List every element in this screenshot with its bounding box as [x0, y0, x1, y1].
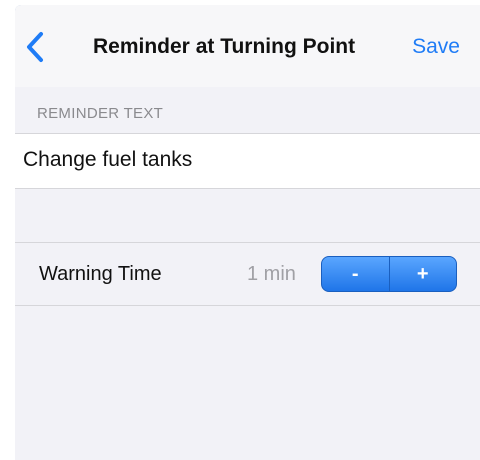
chevron-left-icon	[27, 32, 43, 62]
page-title: Reminder at Turning Point	[93, 35, 356, 58]
increment-button[interactable]: +	[390, 257, 457, 291]
screen: Reminder at Turning Point Save REMINDER …	[15, 5, 480, 460]
reminder-text-header: REMINDER TEXT	[37, 105, 164, 122]
reminder-text-input[interactable]	[23, 148, 463, 172]
warning-time-stepper: - +	[321, 256, 457, 292]
decrement-button[interactable]: -	[322, 257, 389, 291]
navigation-bar: Reminder at Turning Point Save	[15, 5, 480, 87]
warning-time-value: 1 min	[247, 263, 296, 285]
reminder-text-row	[15, 133, 480, 189]
warning-time-row: Warning Time 1 min - +	[15, 242, 480, 306]
warning-time-label: Warning Time	[39, 263, 162, 285]
back-button[interactable]	[23, 30, 49, 64]
save-button[interactable]: Save	[412, 35, 460, 59]
